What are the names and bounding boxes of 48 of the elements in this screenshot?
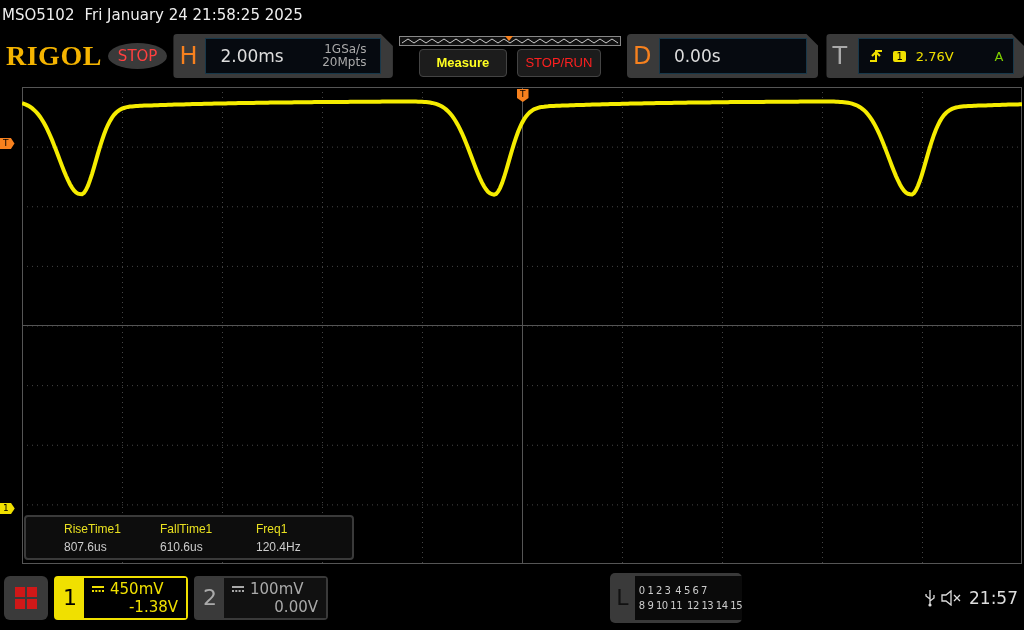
timebase-value: 2.00ms bbox=[220, 46, 284, 66]
channel-offset: -1.38V bbox=[128, 597, 178, 616]
logo: RIGOL bbox=[6, 40, 102, 72]
horizontal-panel[interactable]: H 2.00ms 1GSa/s 20Mpts bbox=[173, 34, 393, 78]
trigger-level-marker[interactable]: T bbox=[0, 138, 15, 149]
channel-number: 2 bbox=[202, 584, 218, 612]
logic-channel-group: 4 5 6 7 bbox=[675, 584, 707, 596]
menu-icon bbox=[15, 586, 37, 609]
model-name: MSO5102 bbox=[2, 6, 75, 24]
rising-edge-icon bbox=[869, 49, 884, 63]
measurement-name: FallTime1 bbox=[160, 521, 214, 536]
logic-channel-group: 12 13 14 15 bbox=[687, 599, 742, 611]
logic-channel-group: 8 9 10 11 bbox=[638, 599, 683, 611]
channel-offset-marker[interactable]: 1 bbox=[0, 503, 15, 514]
clock: 21:57 bbox=[969, 587, 1018, 608]
trigger-source-badge: 1 bbox=[893, 50, 906, 62]
sample-rate: 1GSa/s bbox=[324, 43, 367, 56]
measurement-name: Freq1 bbox=[256, 521, 289, 536]
trigger-position-marker[interactable]: T bbox=[517, 89, 529, 102]
channel-panel[interactable]: 1 450mV -1.38V bbox=[54, 575, 188, 620]
delay-value: 0.00s bbox=[673, 46, 721, 66]
channel-offset: 0.00V bbox=[274, 597, 318, 616]
trigger-mode: A bbox=[994, 48, 1004, 64]
delay-panel[interactable]: D 0.00s bbox=[626, 34, 819, 78]
dc-coupling-icon bbox=[92, 585, 104, 592]
measurement-value: 610.6us bbox=[160, 539, 204, 554]
horizontal-label: H bbox=[179, 42, 199, 70]
channel-scale: 450mV bbox=[110, 579, 164, 598]
main-menu-button[interactable] bbox=[4, 575, 48, 620]
usb-icon bbox=[925, 588, 935, 607]
delay-label: D bbox=[632, 42, 653, 70]
memory-depth: 20Mpts bbox=[322, 56, 367, 69]
channel-scale: 100mV bbox=[250, 579, 304, 598]
date-time: Fri January 24 21:58:25 2025 bbox=[84, 6, 303, 24]
trigger-label: T bbox=[832, 42, 849, 70]
measurement-name: RiseTime1 bbox=[64, 521, 122, 536]
measurement-value: 120.4Hz bbox=[256, 539, 302, 554]
logic-channel-group: 0 1 2 3 bbox=[638, 584, 671, 596]
measurement-value: 807.6us bbox=[64, 539, 108, 554]
dc-coupling-icon bbox=[232, 585, 244, 592]
measure-button[interactable]: Measure bbox=[418, 48, 507, 77]
stop-run-button[interactable]: STOP/RUN bbox=[516, 48, 601, 77]
muted-speaker-icon bbox=[941, 589, 961, 606]
trigger-panel[interactable]: T 1 2.76V A bbox=[826, 34, 1024, 78]
run-state-badge: STOP bbox=[107, 43, 168, 69]
channel-number: 1 bbox=[62, 584, 78, 612]
channel-panel[interactable]: 2 100mV 0.00V bbox=[194, 575, 328, 620]
trigger-level: 2.76V bbox=[915, 48, 954, 64]
